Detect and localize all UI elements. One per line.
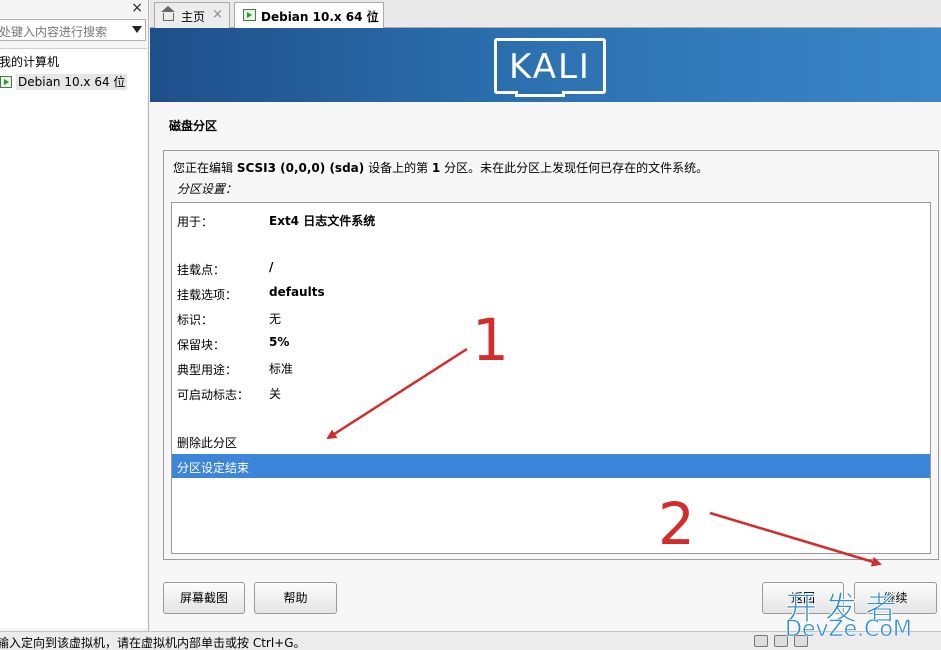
setting-row-bootable-flag[interactable]: 可启动标志： 关 — [172, 381, 930, 405]
tree-item-vm[interactable]: Debian 10.x 64 位 — [0, 73, 128, 90]
logo-notch — [515, 91, 565, 97]
tree-item-label: 我的计算机 — [0, 55, 60, 69]
vm-screen[interactable]: KALI 磁盘分区 您正在编辑 SCSI3 (0,0,0) (sda) 设备上的… — [150, 28, 941, 631]
logo-text: KALI — [509, 47, 591, 87]
tab-vm[interactable]: Debian 10.x 64 位 × — [234, 2, 384, 29]
vm-icon — [0, 76, 12, 88]
back-button[interactable]: 返回 — [762, 582, 844, 614]
tab-label: 主页 — [181, 10, 206, 24]
installer-button-bar: 屏幕截图 帮助 返回 继续 — [150, 572, 941, 622]
installer-panel: 磁盘分区 您正在编辑 SCSI3 (0,0,0) (sda) 设备上的第 1 分… — [150, 102, 941, 631]
tree-item-my-computer[interactable]: 我的计算机 — [0, 53, 59, 70]
close-icon[interactable]: × — [131, 0, 143, 16]
library-header: × — [0, 0, 149, 18]
tab-home[interactable]: 主页 × — [154, 2, 230, 28]
tab-bar: 主页 × Debian 10.x 64 位 × — [150, 0, 941, 29]
setting-row-label[interactable]: 标识： 无 — [172, 306, 930, 330]
network-icon[interactable] — [794, 635, 808, 647]
tree-item-label: Debian 10.x 64 位 — [16, 74, 128, 90]
action-done-setting-partition[interactable]: 分区设定结束 — [172, 454, 930, 478]
library-search-input[interactable]: 此处键入内容进行搜索 — [0, 19, 146, 41]
close-icon[interactable]: × — [212, 7, 223, 22]
installer-banner: KALI — [150, 28, 941, 102]
help-button[interactable]: 帮助 — [254, 582, 337, 614]
settings-label: 分区设置： — [177, 182, 238, 196]
cd-drive-icon[interactable] — [774, 635, 788, 647]
partition-settings-list[interactable]: 用于： Ext4 日志文件系统 挂载点： / 挂载选项： defaults 标识… — [171, 202, 931, 554]
partition-description: 您正在编辑 SCSI3 (0,0,0) (sda) 设备上的第 1 分区。未在此… — [173, 161, 709, 175]
kali-logo: KALI — [494, 38, 606, 97]
vm-icon — [243, 9, 256, 21]
setting-row-typical-usage[interactable]: 典型用途： 标准 — [172, 356, 930, 380]
library-panel: × 此处键入内容进行搜索 我的计算机 Debian 10.x 64 位 — [0, 0, 149, 631]
setting-row-mount-point[interactable]: 挂载点： / — [172, 256, 930, 280]
chevron-down-icon[interactable] — [132, 26, 142, 33]
tab-label: Debian 10.x 64 位 — [261, 10, 379, 24]
setting-row-mount-options[interactable]: 挂载选项： defaults — [172, 281, 930, 305]
status-text: 要将输入定向到该虚拟机，请在虚拟机内部单击或按 Ctrl+G。 — [0, 636, 306, 650]
annotation-number-2: 2 — [658, 490, 695, 558]
partition-settings-box: 您正在编辑 SCSI3 (0,0,0) (sda) 设备上的第 1 分区。未在此… — [163, 150, 939, 560]
search-placeholder: 此处键入内容进行搜索 — [0, 25, 108, 39]
page-title: 磁盘分区 — [169, 119, 218, 133]
vmware-window: × 此处键入内容进行搜索 我的计算机 Debian 10.x 64 位 主页 ×… — [0, 0, 941, 650]
close-icon[interactable]: × — [366, 7, 377, 22]
hard-disk-icon[interactable] — [754, 635, 768, 647]
setting-row-reserved-blocks[interactable]: 保留块： 5% — [172, 331, 930, 355]
home-icon — [161, 6, 175, 21]
action-delete-partition[interactable]: 删除此分区 — [172, 429, 930, 453]
annotation-number-1: 1 — [472, 306, 509, 374]
continue-button[interactable]: 继续 — [854, 582, 937, 614]
status-bar: 要将输入定向到该虚拟机，请在虚拟机内部单击或按 Ctrl+G。 — [0, 631, 941, 650]
screenshot-button[interactable]: 屏幕截图 — [163, 582, 245, 614]
setting-row-use-as[interactable]: 用于： Ext4 日志文件系统 — [172, 208, 930, 232]
library-tree: 我的计算机 Debian 10.x 64 位 — [0, 48, 147, 628]
